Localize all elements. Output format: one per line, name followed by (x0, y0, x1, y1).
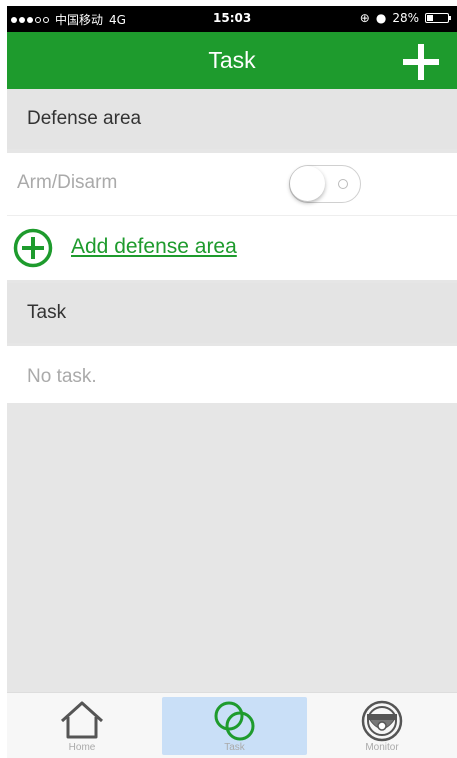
alarm-icon: ● (375, 11, 387, 25)
carrier-label: 中国移动 (55, 13, 104, 27)
add-circle-icon (13, 228, 53, 268)
tab-home-label: Home (68, 742, 96, 753)
network-label: 4G (109, 12, 126, 27)
tab-bar: Home Task Monitor (7, 692, 457, 758)
tab-task[interactable]: Task (162, 697, 307, 755)
camera-icon (361, 700, 403, 742)
task-icon (214, 701, 254, 741)
defense-area-header: Defense area (7, 89, 457, 149)
app-screen: 中国移动 4G 15:03 ⊕ ● 28% Task Defense area … (7, 6, 457, 758)
status-right: ⊕ ● 28% (359, 11, 451, 25)
home-icon (60, 701, 104, 739)
arm-disarm-row: Arm/Disarm (7, 153, 457, 215)
page-title: Task (208, 47, 256, 73)
tab-task-label: Task (224, 742, 245, 753)
status-left: 中国移动 4G (11, 11, 126, 28)
battery-icon (425, 13, 451, 23)
add-defense-area-button[interactable]: Add defense area (7, 216, 457, 280)
tab-monitor-label: Monitor (365, 742, 399, 753)
task-list: No task. (7, 346, 457, 403)
arm-disarm-label: Arm/Disarm (17, 172, 118, 193)
add-defense-area-link[interactable]: Add defense area (71, 235, 237, 259)
tab-home[interactable]: Home (37, 697, 127, 755)
nav-bar: Task (7, 32, 457, 89)
empty-task-label: No task. (27, 366, 97, 387)
tab-monitor[interactable]: Monitor (337, 697, 427, 755)
status-time: 15:03 (213, 11, 252, 25)
add-task-button[interactable] (401, 42, 441, 82)
toggle-off-indicator (338, 179, 348, 189)
toggle-knob (290, 166, 325, 201)
battery-percent: 28% (392, 11, 419, 25)
arm-disarm-toggle[interactable] (289, 165, 361, 203)
status-bar: 中国移动 4G 15:03 ⊕ ● 28% (7, 6, 457, 32)
orientation-lock-icon: ⊕ (359, 11, 370, 25)
signal-strength-icon (11, 16, 49, 23)
task-section-header: Task (7, 283, 457, 343)
